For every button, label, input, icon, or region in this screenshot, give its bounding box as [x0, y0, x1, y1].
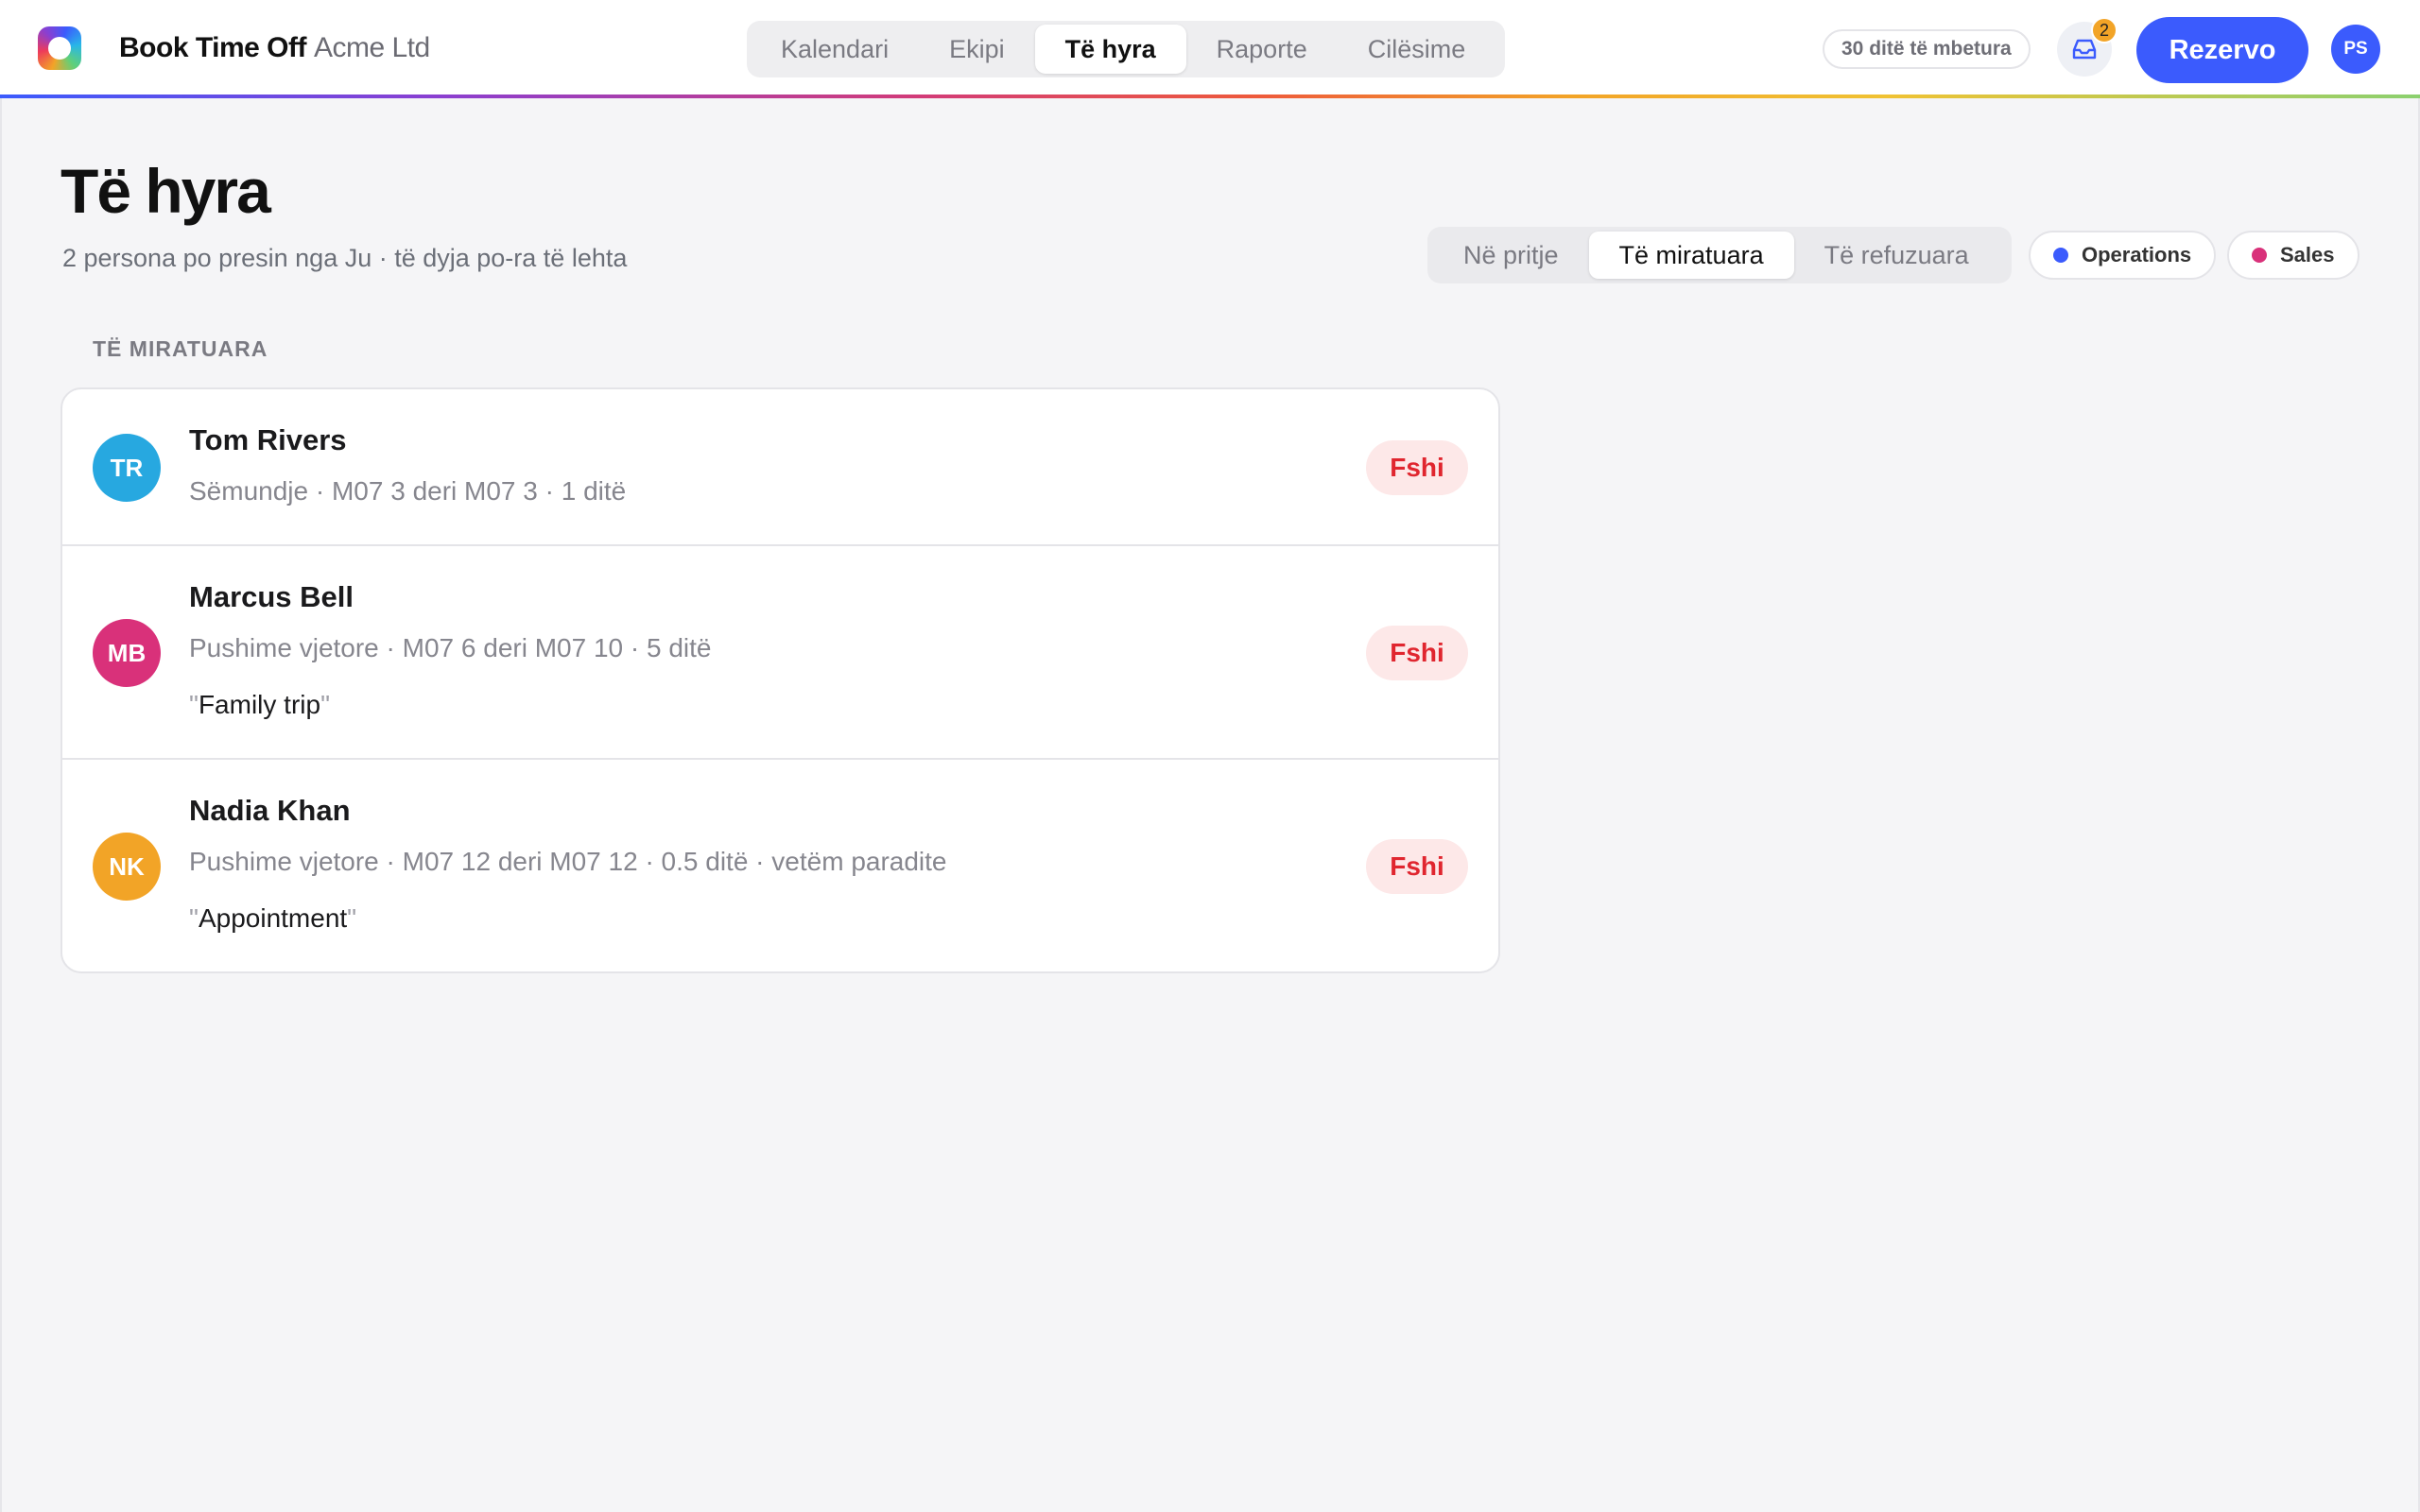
quote-open: " — [189, 690, 199, 719]
team-chip-label: Sales — [2280, 243, 2335, 266]
request-note: "Appointment" — [189, 903, 356, 934]
request-details: Pushime vjetore · M07 6 deri M07 10 · 5 … — [189, 633, 712, 662]
status-filter: Në pritje Të miratuara Të refuzuara — [1427, 227, 2012, 284]
logo-center — [48, 37, 71, 60]
top-header: Book Time Off Acme Ltd Kalendari Ekipi Të… — [0, 0, 2420, 98]
app-logo — [38, 26, 81, 70]
tab-inbox[interactable]: Të hyra — [1034, 25, 1186, 74]
avatar: NK — [93, 833, 161, 901]
days-remaining-badge: 30 ditë të mbetura — [1823, 29, 2031, 69]
quote-close: " — [320, 690, 331, 719]
brand: Book Time Off Acme Ltd — [119, 32, 430, 64]
header-gradient-stripe — [0, 94, 2420, 98]
request-list: TR Tom Rivers Sëmundje · M07 3 deri M07 … — [60, 387, 1500, 973]
filter-rejected[interactable]: Të refuzuara — [1794, 232, 1999, 279]
employee-name: Tom Rivers — [189, 423, 347, 456]
avatar: MB — [93, 619, 161, 687]
inbox-count-badge: 2 — [2091, 17, 2118, 43]
tab-team[interactable]: Ekipi — [919, 25, 1035, 74]
team-color-dot — [2252, 248, 2267, 263]
filter-pending[interactable]: Në pritje — [1433, 232, 1589, 279]
book-time-off-button[interactable]: Rezervo — [2136, 17, 2308, 83]
user-avatar[interactable]: PS — [2331, 25, 2380, 74]
filter-approved[interactable]: Të miratuara — [1588, 232, 1794, 279]
team-chip-label: Operations — [2082, 243, 2192, 266]
note-text: Appointment — [198, 903, 348, 933]
inbox-tray-icon — [2072, 39, 2097, 60]
request-note: "Family trip" — [189, 690, 330, 720]
team-color-dot — [2053, 248, 2068, 263]
org-name: Acme Ltd — [313, 32, 430, 63]
delete-button[interactable]: Fshi — [1366, 440, 1468, 495]
employee-name: Nadia Khan — [189, 794, 351, 827]
avatar: TR — [93, 434, 161, 502]
note-text: Family trip — [198, 690, 321, 719]
request-details: Pushime vjetore · M07 12 deri M07 12 · 0… — [189, 847, 947, 876]
page-subtitle: 2 persona po presin nga Ju · të dyja po-… — [62, 244, 628, 272]
list-item: TR Tom Rivers Sëmundje · M07 3 deri M07 … — [62, 389, 1498, 546]
tab-reports[interactable]: Raporte — [1186, 25, 1338, 74]
employee-name: Marcus Bell — [189, 580, 354, 613]
tab-calendar[interactable]: Kalendari — [751, 25, 919, 74]
team-chip-operations[interactable]: Operations — [2029, 231, 2217, 280]
quote-open: " — [189, 903, 199, 933]
delete-button[interactable]: Fshi — [1366, 839, 1468, 894]
delete-button[interactable]: Fshi — [1366, 626, 1468, 680]
team-chip-sales[interactable]: Sales — [2227, 231, 2360, 280]
quote-close: " — [347, 903, 357, 933]
list-item: NK Nadia Khan Pushime vjetore · M07 12 d… — [62, 760, 1498, 971]
request-details: Sëmundje · M07 3 deri M07 3 · 1 ditë — [189, 476, 627, 506]
section-heading: TË MIRATUARA — [93, 336, 268, 361]
main-nav-tabs: Kalendari Ekipi Të hyra Raporte Cilësime — [747, 21, 1505, 77]
tab-settings[interactable]: Cilësime — [1338, 25, 1496, 74]
list-item: MB Marcus Bell Pushime vjetore · M07 6 d… — [62, 546, 1498, 760]
brand-name: Book Time Off — [119, 32, 306, 63]
page-title: Të hyra — [60, 156, 271, 226]
